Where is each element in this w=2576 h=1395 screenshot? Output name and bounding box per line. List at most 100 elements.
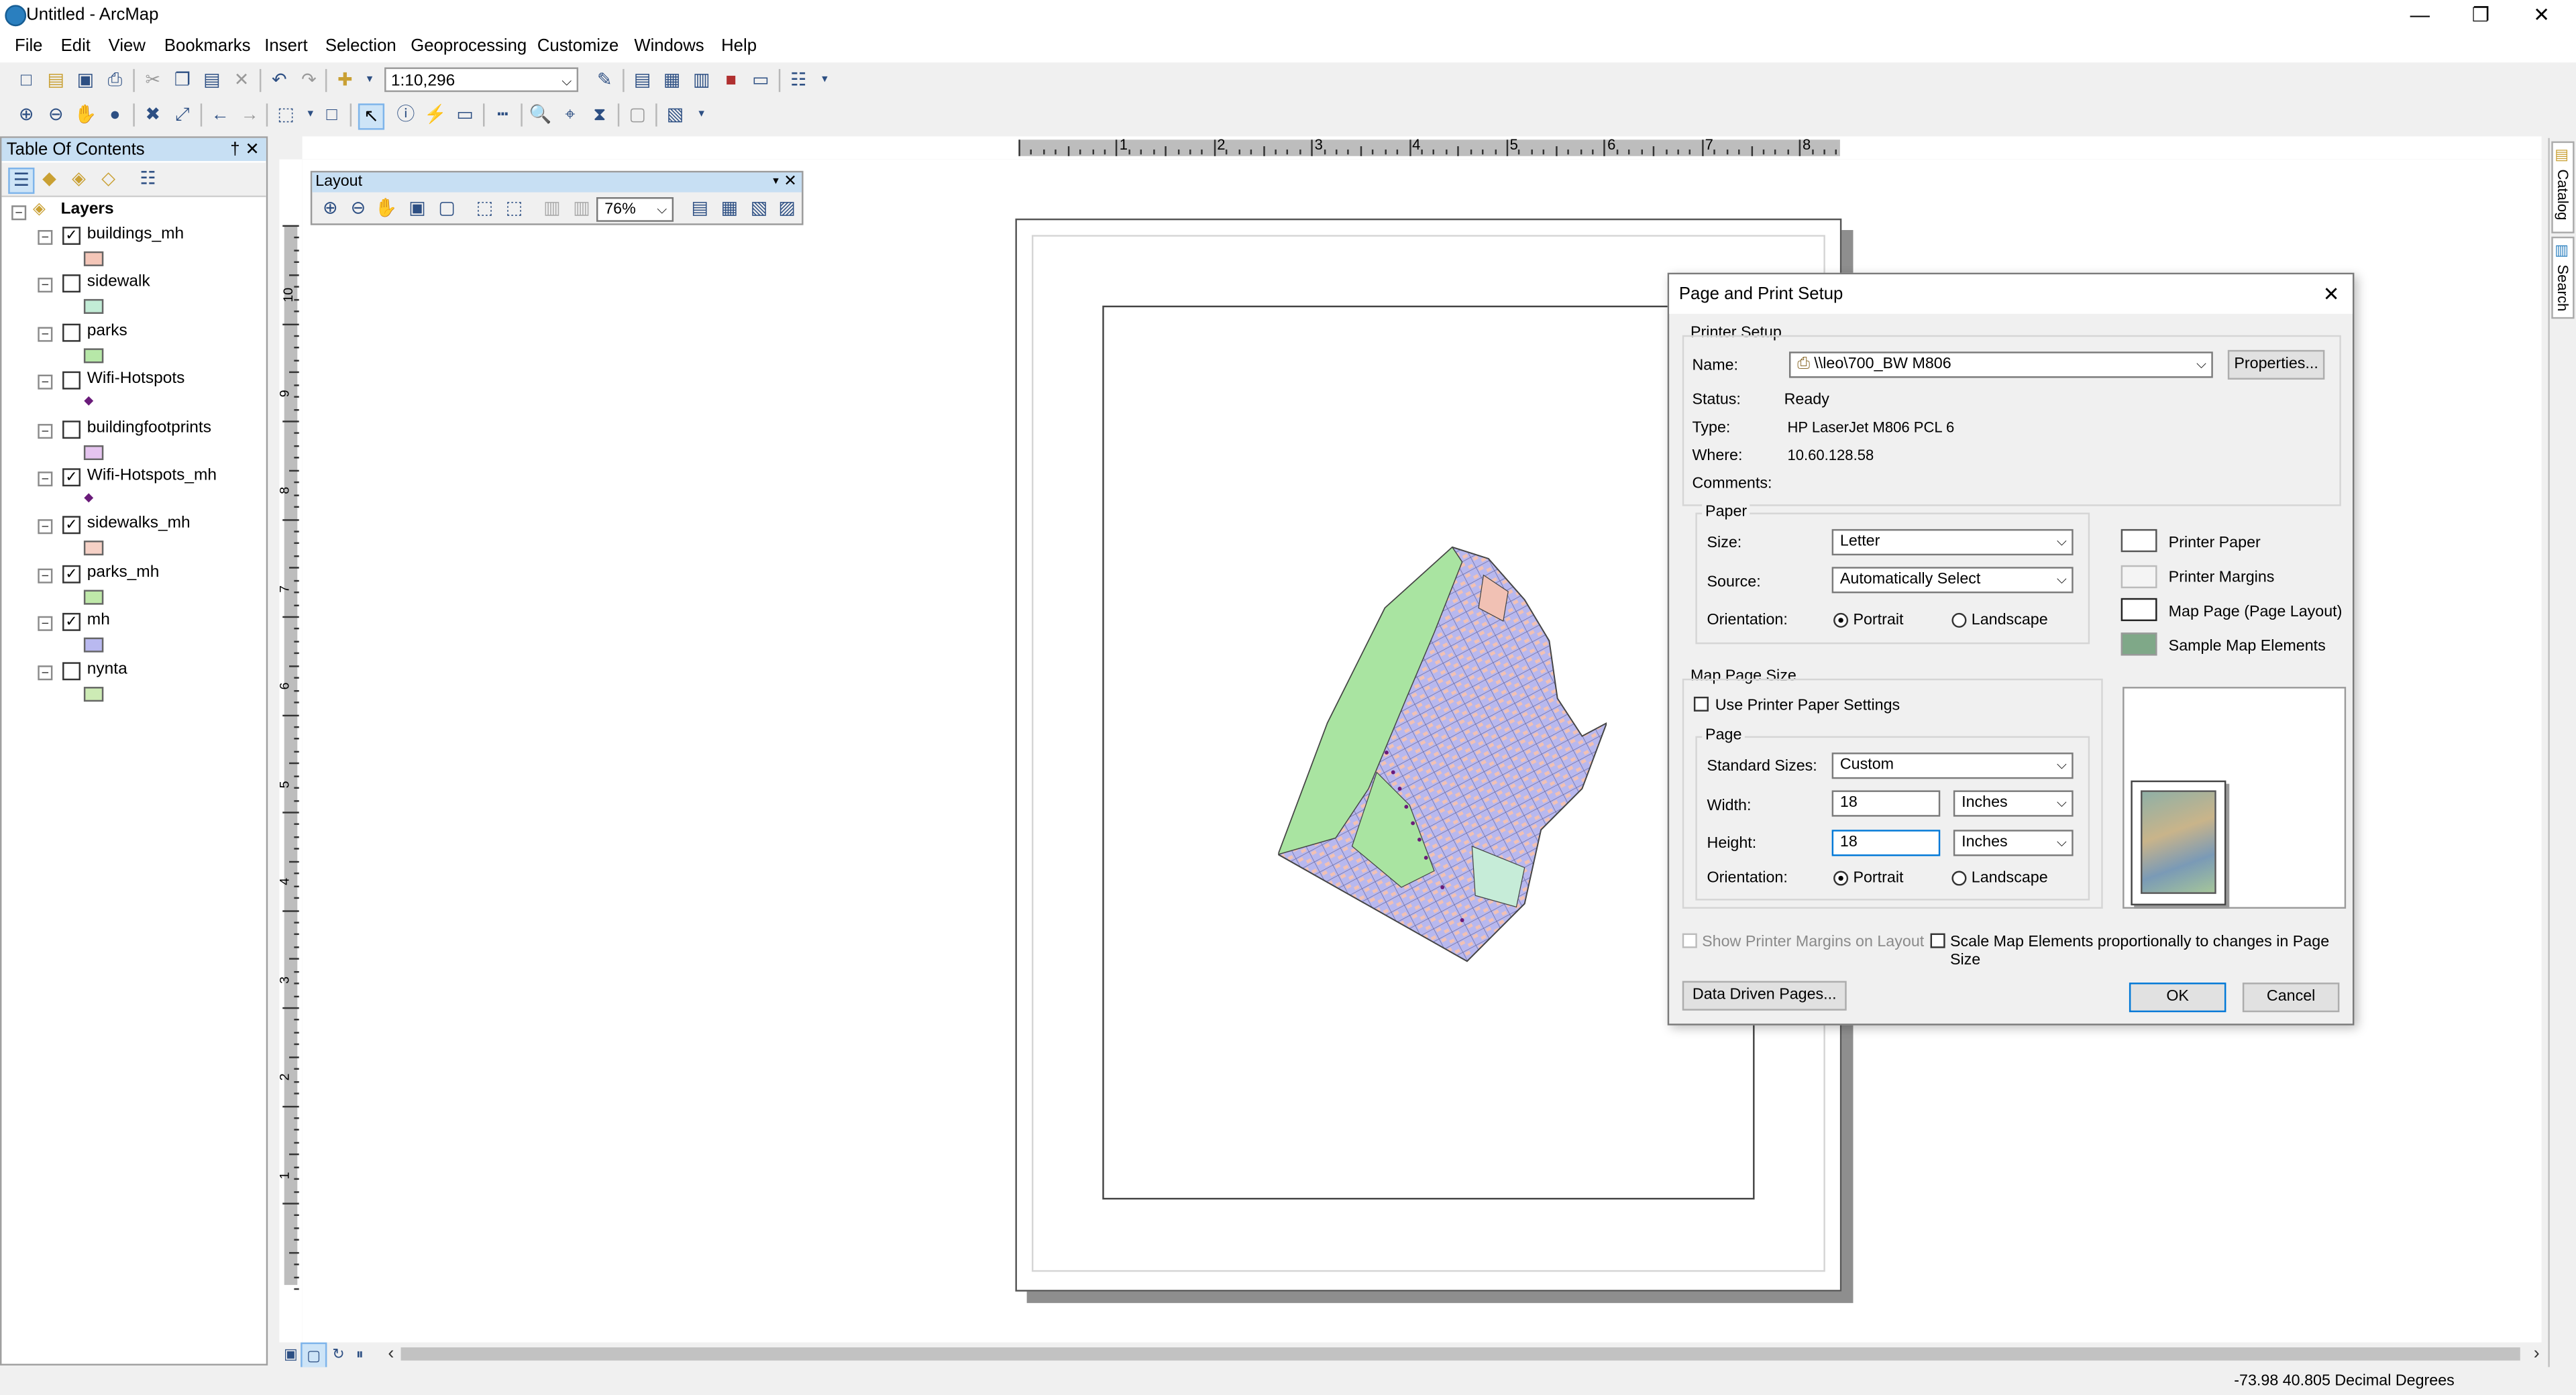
- menu-edit[interactable]: Edit: [61, 36, 91, 56]
- list-by-visibility-icon[interactable]: ◈: [67, 168, 90, 190]
- width-unit-combo[interactable]: Inches ⌵: [1953, 790, 2074, 817]
- toc-layer-buildings-mh[interactable]: − ✓ buildings_mh: [1, 225, 264, 248]
- fixed-zoom-out-layout-icon[interactable]: ⬚: [502, 197, 525, 220]
- zoom-whole-page-icon[interactable]: ▣: [406, 197, 429, 220]
- collapse-icon[interactable]: −: [38, 375, 53, 390]
- scroll-right-icon[interactable]: ›: [2525, 1343, 2548, 1365]
- data-view-icon[interactable]: ▣: [279, 1343, 302, 1365]
- toc-options-icon[interactable]: ☷: [136, 168, 159, 190]
- arctoolbox-icon[interactable]: ■: [720, 69, 743, 92]
- undo-icon[interactable]: ↶: [268, 69, 290, 92]
- editor-toolbar-icon[interactable]: ✎: [593, 69, 616, 92]
- toc-layer-nynta[interactable]: − nynta: [1, 660, 264, 683]
- paper-size-combo[interactable]: Letter ⌵: [1831, 528, 2074, 556]
- zoom-out-icon[interactable]: ⊖: [44, 103, 67, 126]
- restore-icon[interactable]: ❐: [2451, 0, 2510, 33]
- polygon-symbol-swatch[interactable]: [83, 590, 104, 605]
- collapse-icon[interactable]: −: [38, 520, 53, 535]
- print-icon[interactable]: ⎙: [103, 69, 126, 92]
- layout-zoom-out-icon[interactable]: ⊖: [347, 197, 370, 220]
- polygon-symbol-swatch[interactable]: [83, 299, 104, 315]
- menu-insert[interactable]: Insert: [264, 36, 307, 56]
- toolbar-options-icon[interactable]: ▾: [813, 69, 836, 92]
- catalog-window-icon[interactable]: ▦: [660, 69, 683, 92]
- collapse-icon[interactable]: −: [38, 423, 53, 439]
- zoom-100-icon[interactable]: ▢: [435, 197, 458, 220]
- cancel-button[interactable]: Cancel: [2242, 983, 2340, 1013]
- point-symbol-icon[interactable]: [84, 396, 94, 406]
- focus-data-frame-layout-icon[interactable]: ▦: [718, 197, 741, 220]
- search-tab[interactable]: ▥ Search: [2551, 236, 2575, 319]
- menu-customize[interactable]: Customize: [537, 36, 619, 56]
- clear-selection-icon[interactable]: □: [321, 103, 343, 126]
- polygon-symbol-swatch[interactable]: [83, 686, 104, 702]
- toc-layer-parks[interactable]: − parks: [1, 322, 264, 345]
- paper-portrait-radio[interactable]: [1833, 612, 1849, 628]
- data-driven-pages-icon[interactable]: ▨: [775, 197, 798, 220]
- add-data-icon[interactable]: ✚: [333, 69, 356, 92]
- go-back-extent-icon[interactable]: ▥: [541, 197, 564, 220]
- polygon-symbol-swatch[interactable]: [83, 541, 104, 557]
- layout-zoom-combo[interactable]: 76% ⌵: [596, 197, 674, 222]
- catalog-tab[interactable]: ▤ Catalog: [2551, 141, 2575, 233]
- minimize-icon[interactable]: —: [2390, 0, 2449, 33]
- redo-icon[interactable]: ↷: [297, 69, 320, 92]
- height-input[interactable]: 18: [1831, 830, 1941, 856]
- toc-layer-sidewalks-mh[interactable]: − ✓ sidewalks_mh: [1, 515, 264, 538]
- refresh-icon[interactable]: ↻: [327, 1343, 350, 1365]
- layer-visibility-checkbox[interactable]: ✓: [62, 468, 81, 487]
- pan-icon[interactable]: ✋: [74, 103, 97, 126]
- layer-visibility-checkbox[interactable]: [62, 275, 81, 294]
- map-display[interactable]: [1278, 543, 1607, 970]
- close-toc-icon[interactable]: ✕: [245, 138, 260, 161]
- page-portrait-radio[interactable]: [1833, 871, 1849, 886]
- polygon-symbol-swatch[interactable]: [83, 347, 104, 363]
- menu-windows[interactable]: Windows: [634, 36, 704, 56]
- focus-data-frame-icon[interactable]: ▧: [663, 103, 686, 126]
- width-input[interactable]: 18: [1831, 790, 1941, 817]
- go-to-xy-icon[interactable]: ⌖: [559, 103, 582, 126]
- point-symbol-icon[interactable]: [84, 493, 94, 503]
- paste-icon[interactable]: ▤: [201, 69, 223, 92]
- printer-name-combo[interactable]: ⎙ \\leo\700_BW M806 ⌵: [1788, 351, 2213, 378]
- polygon-symbol-swatch[interactable]: [83, 444, 104, 460]
- layout-view-icon[interactable]: ▢: [301, 1342, 327, 1369]
- scroll-thumb[interactable]: [400, 1347, 2520, 1361]
- page-landscape-radio[interactable]: [1951, 871, 1967, 886]
- layer-visibility-checkbox[interactable]: ✓: [62, 565, 81, 583]
- toc-layer-wifi-hotspots[interactable]: − Wifi-Hotspots: [1, 370, 264, 393]
- collapse-icon[interactable]: −: [38, 568, 53, 583]
- collapse-icon[interactable]: −: [38, 616, 53, 632]
- menu-bookmarks[interactable]: Bookmarks: [164, 36, 251, 56]
- close-window-icon[interactable]: ✕: [2512, 0, 2571, 33]
- collapse-icon[interactable]: −: [38, 230, 53, 245]
- ok-button[interactable]: OK: [2129, 983, 2226, 1013]
- menu-file[interactable]: File: [15, 36, 42, 56]
- list-by-selection-icon[interactable]: ◇: [97, 168, 119, 190]
- back-extent-icon[interactable]: ←: [209, 103, 231, 126]
- collapse-icon[interactable]: −: [38, 278, 53, 294]
- toc-layer-sidewalk[interactable]: − sidewalk: [1, 274, 264, 296]
- list-by-drawing-order-icon[interactable]: ☰: [8, 167, 35, 194]
- layout-toolbar-close-icon[interactable]: ✕: [784, 172, 797, 192]
- show-printer-margins-checkbox[interactable]: [1682, 933, 1697, 948]
- data-driven-pages-button[interactable]: Data Driven Pages...: [1682, 981, 1847, 1011]
- pause-drawing-icon[interactable]: ⏸: [348, 1343, 371, 1365]
- copy-icon[interactable]: ❐: [171, 69, 194, 92]
- scroll-left-icon[interactable]: ‹: [380, 1343, 402, 1365]
- forward-extent-icon[interactable]: →: [238, 103, 261, 126]
- modelbuilder-icon[interactable]: ☷: [787, 69, 810, 92]
- select-elements-icon[interactable]: ↖: [358, 103, 385, 130]
- toggle-draft-mode-icon[interactable]: ▤: [688, 197, 711, 220]
- scale-map-elements-checkbox[interactable]: [1930, 933, 1945, 948]
- add-data-dropdown-icon[interactable]: ▾: [358, 69, 381, 92]
- layer-visibility-checkbox[interactable]: [62, 661, 81, 680]
- pin-icon[interactable]: †: [230, 138, 239, 161]
- paper-source-combo[interactable]: Automatically Select ⌵: [1831, 567, 2074, 594]
- dialog-close-icon[interactable]: ✕: [2323, 274, 2340, 314]
- fixed-zoom-in-icon[interactable]: ✖: [142, 103, 164, 126]
- collapse-icon[interactable]: −: [38, 327, 53, 342]
- tools-options-icon[interactable]: ▾: [690, 103, 713, 126]
- polygon-symbol-swatch[interactable]: [83, 638, 104, 653]
- zoom-in-icon[interactable]: ⊕: [15, 103, 38, 126]
